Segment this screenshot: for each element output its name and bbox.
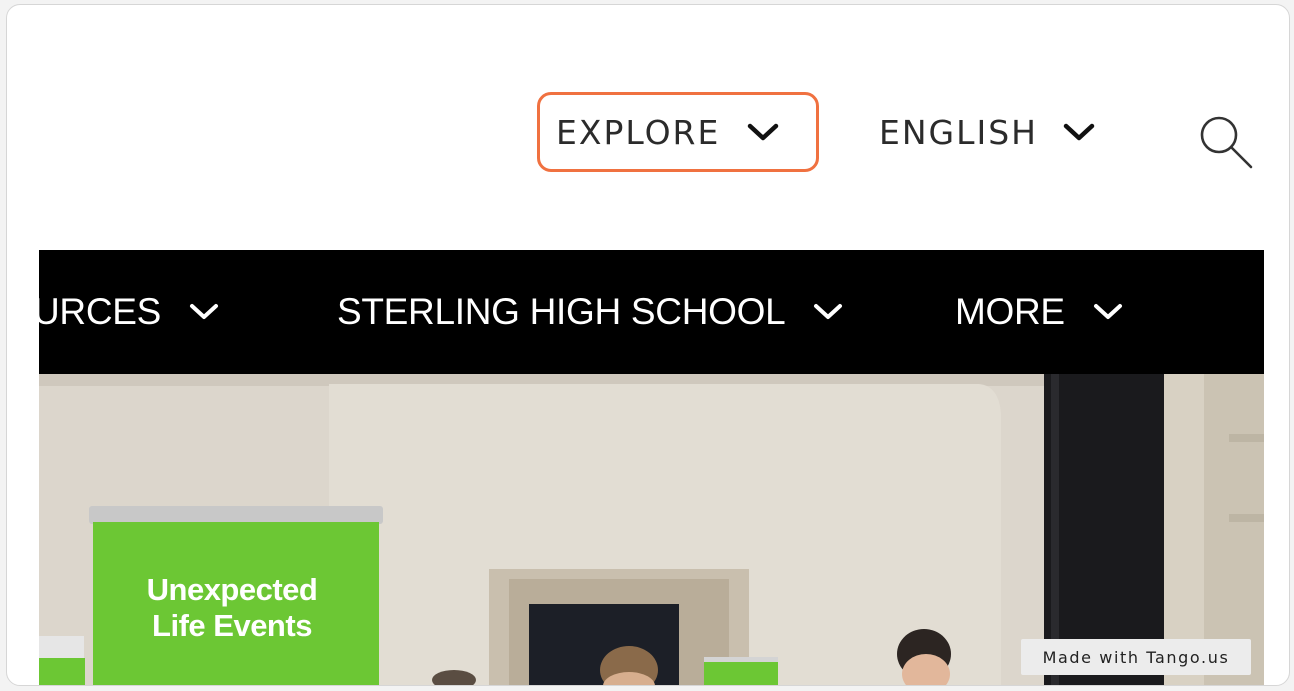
chevron-down-icon [814, 304, 843, 319]
nav-item-label: MORE [955, 291, 1065, 332]
banner-text-line: Unexpected [146, 572, 318, 607]
language-selector[interactable]: ENGLISH [879, 92, 1096, 172]
explore-label: EXPLORE [556, 112, 721, 152]
nav-item-resources[interactable]: URCES [39, 250, 219, 374]
nav-item-more[interactable]: MORE [955, 250, 1123, 374]
main-navigation-bar: URCES STERLING HIGH SCHOOL MORE [39, 250, 1264, 374]
browser-viewport: EXPLORE ENGLISH URCES STERLING HIGH SCHO… [6, 4, 1290, 686]
language-label: ENGLISH [879, 112, 1038, 152]
explore-menu-button[interactable]: EXPLORE [537, 92, 819, 172]
nav-item-sterling-high-school[interactable]: STERLING HIGH SCHOOL [337, 250, 843, 374]
tango-watermark: Made with Tango.us [1021, 639, 1251, 675]
banner-text-line: Life Events [152, 608, 312, 643]
chevron-down-icon [1093, 304, 1122, 319]
nav-item-label: URCES [39, 291, 162, 332]
chevron-down-icon [190, 304, 219, 319]
search-icon[interactable] [1197, 113, 1255, 171]
chevron-down-icon [1063, 123, 1095, 141]
nav-item-label: STERLING HIGH SCHOOL [337, 291, 786, 332]
banner-text: Unexpected Life Events [121, 572, 343, 644]
chevron-down-icon [748, 123, 779, 141]
